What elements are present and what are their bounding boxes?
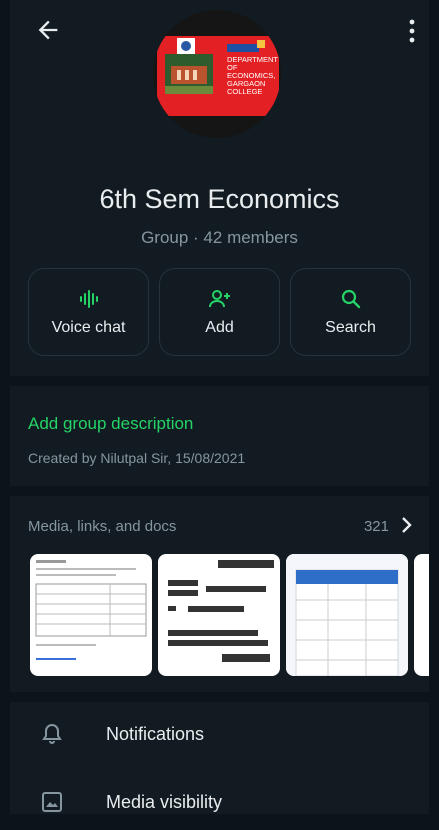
media-thumbnail[interactable]	[414, 554, 429, 676]
media-thumbnails	[30, 554, 429, 676]
search-label: Search	[325, 319, 376, 336]
media-title: Media, links, and docs	[28, 518, 177, 535]
notifications-row[interactable]: Notifications	[10, 706, 429, 762]
back-arrow-icon[interactable]	[34, 16, 62, 44]
media-thumbnail[interactable]	[286, 554, 408, 676]
add-description-link[interactable]: Add group description	[28, 414, 193, 434]
media-visibility-row[interactable]: Media visibility	[10, 774, 429, 830]
avatar-image: DEPARTMENT OF ECONOMICS, GARGAON COLLEGE	[153, 10, 281, 138]
group-avatar[interactable]: DEPARTMENT OF ECONOMICS, GARGAON COLLEGE	[153, 10, 281, 138]
action-buttons: Voice chat Add Search	[28, 268, 411, 356]
document-thumbnail-1	[35, 560, 147, 660]
settings-section: Notifications Media visibility	[10, 702, 429, 814]
svg-text:COLLEGE: COLLEGE	[227, 87, 262, 96]
add-label: Add	[205, 319, 234, 336]
voice-chat-icon	[79, 290, 98, 308]
document-thumbnail-3	[286, 554, 408, 676]
search-icon	[341, 289, 360, 309]
group-name: 6th Sem Economics	[99, 184, 340, 214]
media-count: 321	[363, 518, 389, 535]
voice-chat-label: Voice chat	[51, 319, 126, 336]
bell-icon	[42, 723, 62, 744]
image-icon	[42, 792, 62, 812]
media-section[interactable]: Media, links, and docs 321	[10, 496, 429, 692]
notifications-label: Notifications	[106, 723, 205, 744]
more-options-icon[interactable]	[407, 18, 417, 44]
group-info: Group · 42 members	[141, 228, 298, 247]
chevron-right-icon[interactable]	[401, 516, 413, 534]
document-thumbnail-4	[414, 554, 429, 676]
media-visibility-label: Media visibility	[106, 791, 223, 812]
media-thumbnail[interactable]	[158, 554, 280, 676]
voice-chat-button[interactable]: Voice chat	[28, 268, 149, 356]
add-button[interactable]: Add	[159, 268, 280, 356]
description-section: Add group description Created by Nilutpa…	[10, 386, 429, 486]
media-thumbnail[interactable]	[30, 554, 152, 676]
add-person-icon	[208, 290, 230, 308]
search-button[interactable]: Search	[290, 268, 411, 356]
created-by-text: Created by Nilutpal Sir, 15/08/2021	[28, 450, 246, 466]
group-header: DEPARTMENT OF ECONOMICS, GARGAON COLLEGE…	[10, 0, 429, 376]
document-thumbnail-2	[168, 560, 274, 662]
